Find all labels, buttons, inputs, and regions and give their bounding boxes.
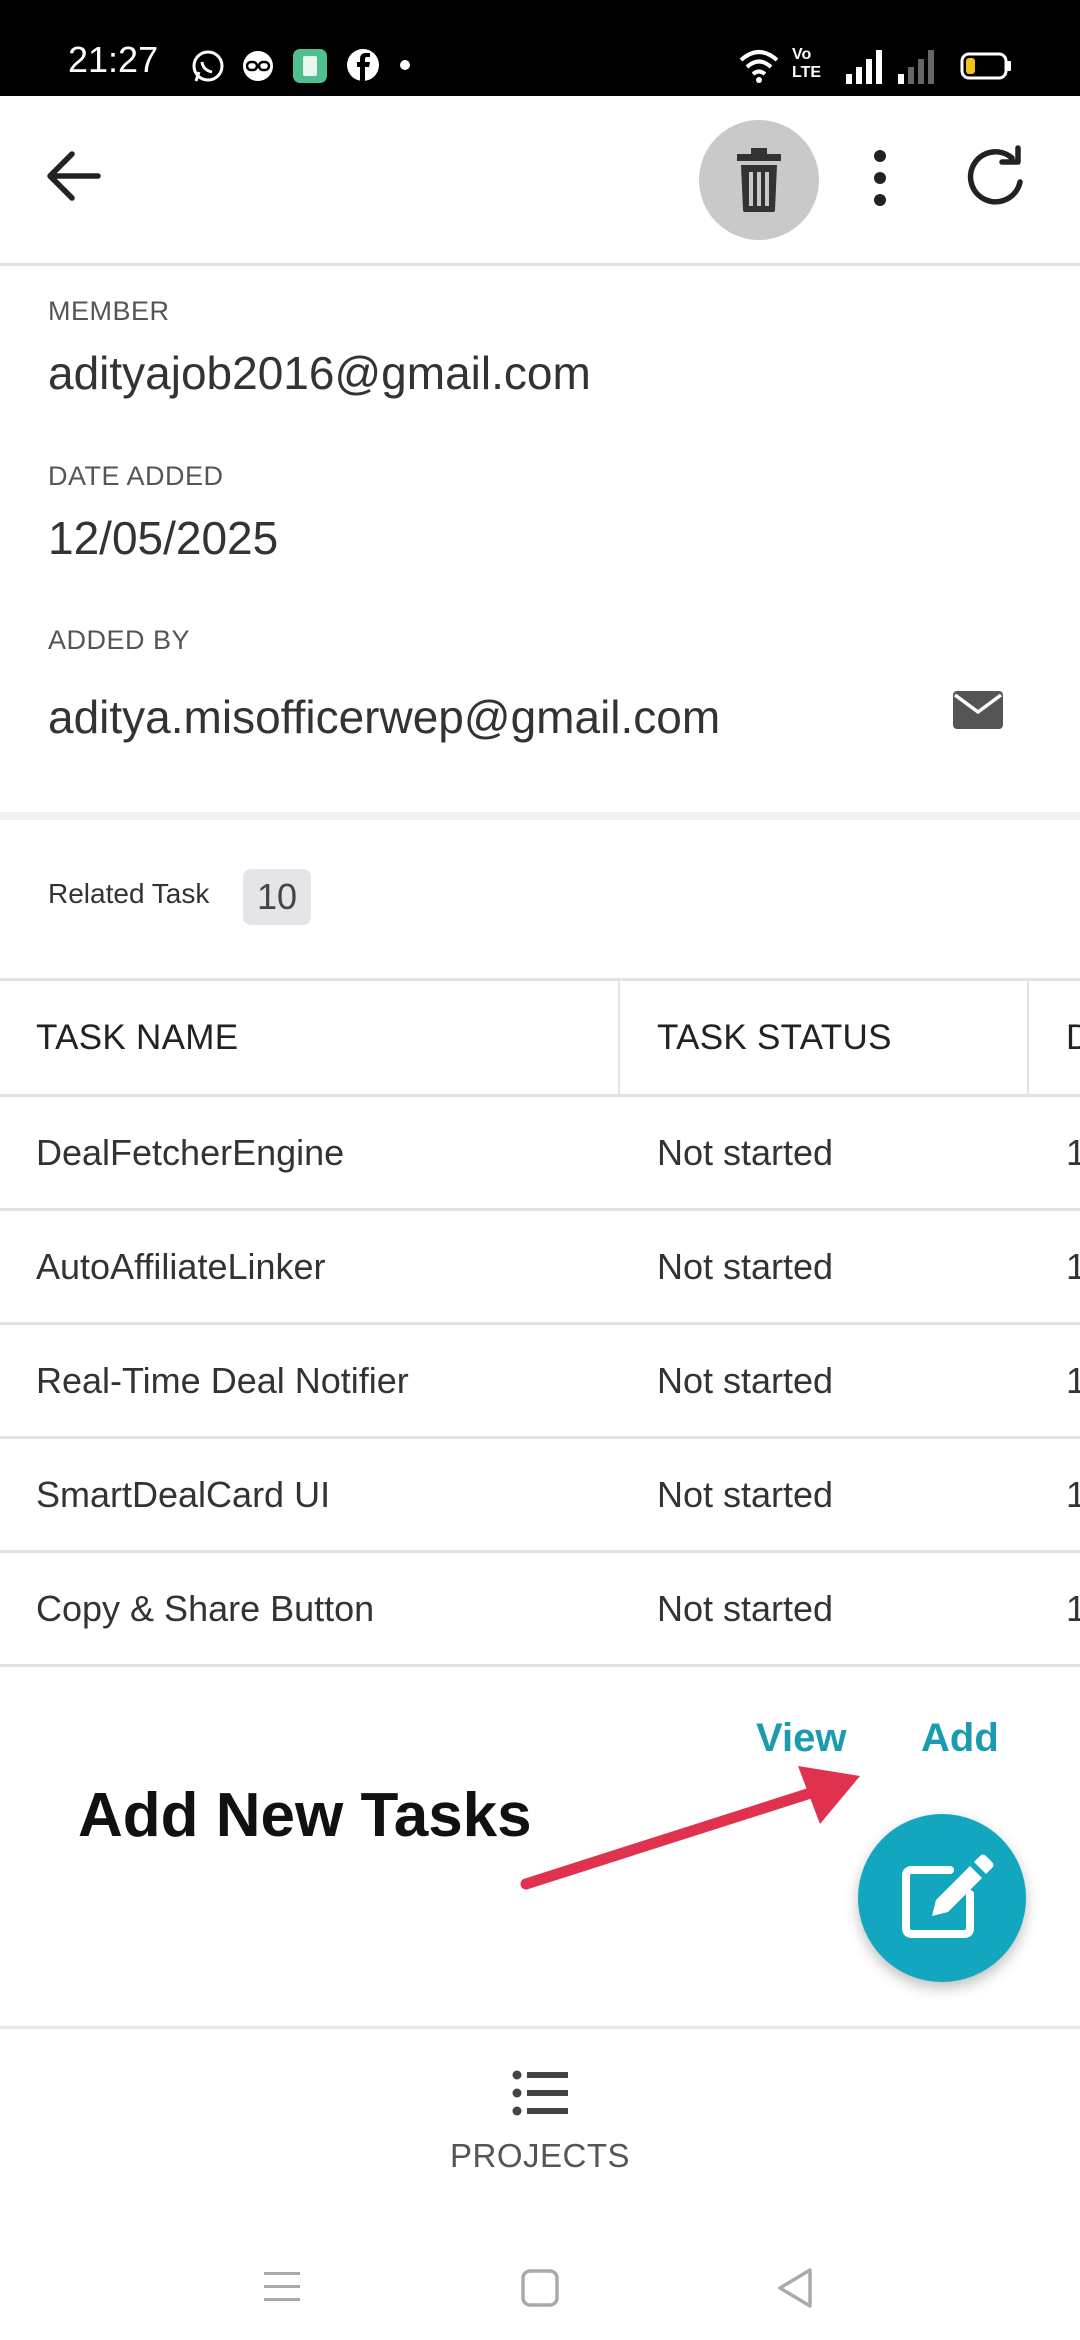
list-icon [512, 2070, 568, 2116]
table-row[interactable]: Real-Time Deal Notifier Not started 1 [0, 1325, 1080, 1439]
table-header-row: TASK NAME TASK STATUS D [0, 981, 1080, 1097]
view-tasks-link[interactable]: View [756, 1716, 846, 1761]
added-by-value: aditya.misofficerwep@gmail.com [48, 691, 721, 743]
tasks-table: TASK NAME TASK STATUS D DealFetcherEngin… [0, 978, 1080, 1667]
member-label: MEMBER [48, 296, 170, 326]
task-name-cell: AutoAffiliateLinker [36, 1245, 326, 1287]
status-bar: 21:27 Vo LTE [0, 0, 1080, 96]
header-task-status[interactable]: TASK STATUS [657, 981, 1027, 1094]
task-name-cell: DealFetcherEngine [36, 1131, 345, 1173]
task-date-cell: 1 [1066, 1587, 1080, 1629]
task-date-cell: 1 [1066, 1359, 1080, 1401]
annotation-text: Add New Tasks [78, 1781, 532, 1850]
facebook-icon [347, 49, 379, 81]
task-name-cell: Copy & Share Button [36, 1587, 375, 1629]
task-name-cell: SmartDealCard UI [36, 1473, 331, 1515]
whatsapp-icon [192, 50, 224, 82]
task-date-cell: 1 [1066, 1473, 1080, 1515]
status-time: 21:27 [68, 39, 159, 80]
nav-label-projects: PROJECTS [449, 2137, 631, 2174]
more-vert-icon[interactable] [855, 146, 905, 210]
added-by-label: ADDED BY [48, 625, 191, 655]
table-row[interactable]: AutoAffiliateLinker Not started 1 [0, 1211, 1080, 1325]
related-task-count-badge: 10 [243, 869, 311, 925]
refresh-icon[interactable] [960, 142, 1032, 214]
wifi-icon [739, 50, 779, 83]
header-date[interactable]: D [1066, 981, 1080, 1094]
task-status-cell: Not started [657, 1473, 834, 1515]
delete-button[interactable] [699, 120, 819, 240]
system-navigation-bar [0, 2226, 1080, 2340]
related-task-label: Related Task [48, 878, 210, 909]
signal-icon [846, 50, 882, 84]
table-row[interactable]: DealFetcherEngine Not started 1 [0, 1097, 1080, 1211]
edit-note-icon [902, 1854, 994, 1938]
trash-icon [737, 148, 781, 212]
task-status-cell: Not started [657, 1359, 834, 1401]
annotation-arrow-icon [520, 1766, 860, 1890]
app-bar [0, 96, 1080, 266]
link-icon [243, 51, 273, 81]
table-row[interactable]: Copy & Share Button Not started 1 [0, 1553, 1080, 1667]
signal-icon [898, 50, 934, 84]
nav-item-projects[interactable] [420, 2039, 660, 2219]
add-task-link[interactable]: Add [921, 1716, 999, 1761]
back-arrow-icon[interactable] [40, 142, 108, 210]
volte-icon: Vo LTE [792, 46, 832, 86]
back-nav-icon[interactable] [774, 2266, 814, 2310]
volte-bottom-text: LTE [792, 64, 822, 81]
task-date-cell: 1 [1066, 1131, 1080, 1173]
task-status-cell: Not started [657, 1131, 834, 1173]
dot-icon [400, 60, 410, 70]
battery-icon [960, 52, 1011, 80]
home-icon[interactable] [520, 2268, 560, 2308]
task-date-cell: 1 [1066, 1245, 1080, 1287]
date-added-value: 12/05/2025 [48, 512, 279, 564]
bottom-navigation: PROJECTS [0, 2026, 1080, 2226]
member-value: adityajob2016@gmail.com [48, 347, 591, 399]
date-added-label: DATE ADDED [48, 461, 224, 491]
calculator-icon [293, 49, 327, 83]
menu-icon[interactable] [262, 2270, 302, 2304]
edit-fab-button[interactable] [858, 1814, 1026, 1982]
table-row[interactable]: SmartDealCard UI Not started 1 [0, 1439, 1080, 1553]
section-divider [0, 812, 1080, 820]
volte-top-text: Vo [792, 46, 812, 63]
column-divider [618, 981, 620, 1094]
email-icon[interactable] [952, 690, 1004, 730]
column-divider [1027, 981, 1029, 1094]
task-status-cell: Not started [657, 1245, 834, 1287]
header-task-name[interactable]: TASK NAME [36, 981, 616, 1094]
task-status-cell: Not started [657, 1587, 834, 1629]
task-name-cell: Real-Time Deal Notifier [36, 1359, 409, 1401]
